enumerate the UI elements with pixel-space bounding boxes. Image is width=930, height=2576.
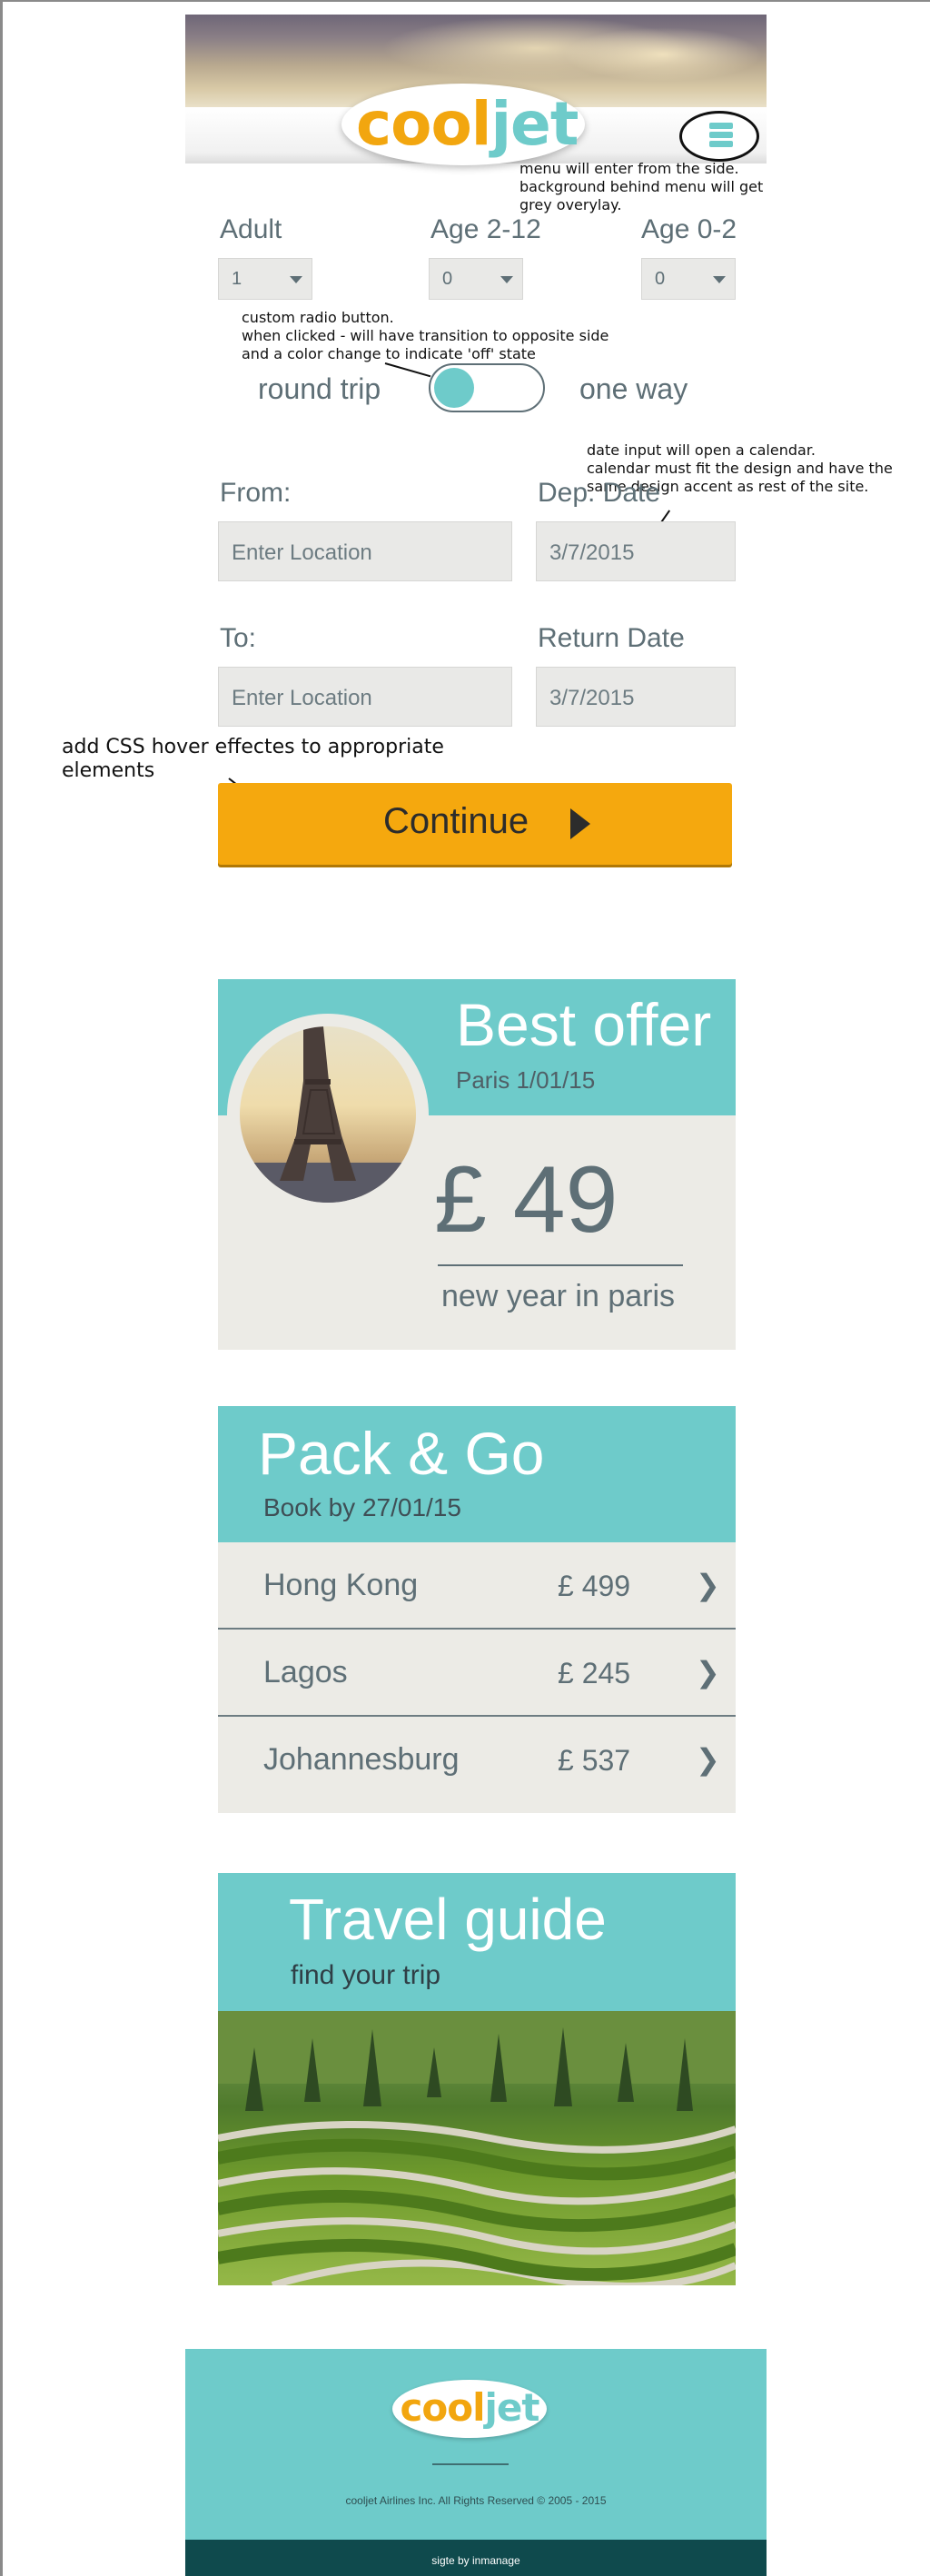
- toggle-knob: [434, 368, 474, 408]
- continue-button[interactable]: Continue: [218, 783, 732, 865]
- destination-city: Johannesburg: [263, 1742, 460, 1777]
- logo-jet-text: jet: [490, 89, 579, 159]
- return-date-label: Return Date: [538, 623, 685, 653]
- credit-text[interactable]: sigte by inmanage: [185, 2554, 767, 2567]
- infant-select-value: 0: [655, 269, 666, 289]
- logo-jet-text: jet: [484, 2385, 540, 2430]
- hover-annotation: add CSS hover effectes to appropriate el…: [62, 736, 444, 782]
- infant-label: Age 0-2: [641, 214, 737, 244]
- to-label: To:: [220, 623, 257, 653]
- to-input[interactable]: Enter Location: [218, 667, 512, 727]
- footer: [185, 2349, 767, 2540]
- window-frame-left: [0, 0, 3, 2576]
- child-label: Age 2-12: [430, 214, 541, 244]
- list-item[interactable]: Hong Kong £ 499 ❯: [218, 1542, 736, 1630]
- travel-guide-title: Travel guide: [289, 1887, 607, 1952]
- adult-select-value: 1: [232, 269, 242, 289]
- continue-label: Continue: [383, 801, 529, 841]
- child-select-value: 0: [442, 269, 453, 289]
- best-offer-subtitle: Paris 1/01/15: [456, 1066, 596, 1094]
- copyright-text: cooljet Airlines Inc. All Rights Reserve…: [345, 2494, 607, 2507]
- chevron-right-icon: ❯: [696, 1569, 720, 1601]
- logo-cool-text: cool: [356, 89, 491, 159]
- destination-city: Hong Kong: [263, 1568, 419, 1602]
- best-offer-title: Best offer: [456, 991, 712, 1058]
- destination-price: £ 245: [558, 1657, 631, 1689]
- play-arrow-icon: [570, 808, 590, 839]
- list-item[interactable]: Lagos £ 245 ❯: [218, 1630, 736, 1717]
- chevron-right-icon: ❯: [696, 1743, 720, 1776]
- round-trip-label[interactable]: round trip: [258, 372, 381, 406]
- pack-go-title: Pack & Go: [258, 1420, 545, 1487]
- list-item[interactable]: Johannesburg £ 537 ❯: [218, 1717, 736, 1813]
- destination-price: £ 537: [558, 1744, 631, 1777]
- adult-label: Adult: [220, 214, 282, 244]
- one-way-label[interactable]: one way: [579, 372, 688, 406]
- best-offer-description: new year in paris: [441, 1279, 676, 1313]
- dep-date-input[interactable]: 3/7/2015: [536, 521, 736, 581]
- logo-cool-text: cool: [400, 2385, 486, 2430]
- from-input[interactable]: Enter Location: [218, 521, 512, 581]
- chevron-down-icon: [500, 276, 513, 283]
- menu-annotation: menu will enter from the side. backgroun…: [519, 160, 764, 213]
- from-label: From:: [220, 478, 292, 508]
- pack-go-list: Hong Kong £ 499 ❯ Lagos £ 245 ❯ Johannes…: [218, 1542, 736, 1813]
- window-frame-top: [0, 0, 930, 2]
- chevron-down-icon: [713, 276, 726, 283]
- return-date-input[interactable]: 3/7/2015: [536, 667, 736, 727]
- destination-price: £ 499: [558, 1570, 631, 1602]
- dep-date-label: Dep. Date: [538, 478, 661, 508]
- logo[interactable]: cooljet: [356, 89, 579, 159]
- radio-annotation: custom radio button. when clicked - will…: [242, 309, 609, 362]
- footer-divider: [432, 2463, 509, 2465]
- destination-city: Lagos: [263, 1655, 348, 1689]
- garden-maze-photo[interactable]: [218, 2011, 736, 2285]
- chevron-down-icon: [290, 276, 302, 283]
- eiffel-tower-photo: [240, 1026, 416, 1203]
- offer-divider: [438, 1264, 683, 1266]
- infant-select[interactable]: 0: [641, 258, 736, 300]
- footer-logo[interactable]: cooljet: [396, 2385, 543, 2431]
- child-select[interactable]: 0: [429, 258, 523, 300]
- hero-cloud: [563, 27, 763, 82]
- hamburger-menu-icon: [709, 123, 733, 150]
- pack-go-subtitle: Book by 27/01/15: [263, 1493, 461, 1521]
- chevron-right-icon: ❯: [696, 1656, 720, 1689]
- travel-guide-subtitle: find your trip: [291, 1960, 441, 1990]
- annotation-arrow: [384, 362, 431, 378]
- adult-select[interactable]: 1: [218, 258, 312, 300]
- best-offer-price: £ 49: [434, 1147, 618, 1253]
- trip-type-toggle[interactable]: [429, 363, 545, 412]
- menu-button[interactable]: [679, 111, 759, 162]
